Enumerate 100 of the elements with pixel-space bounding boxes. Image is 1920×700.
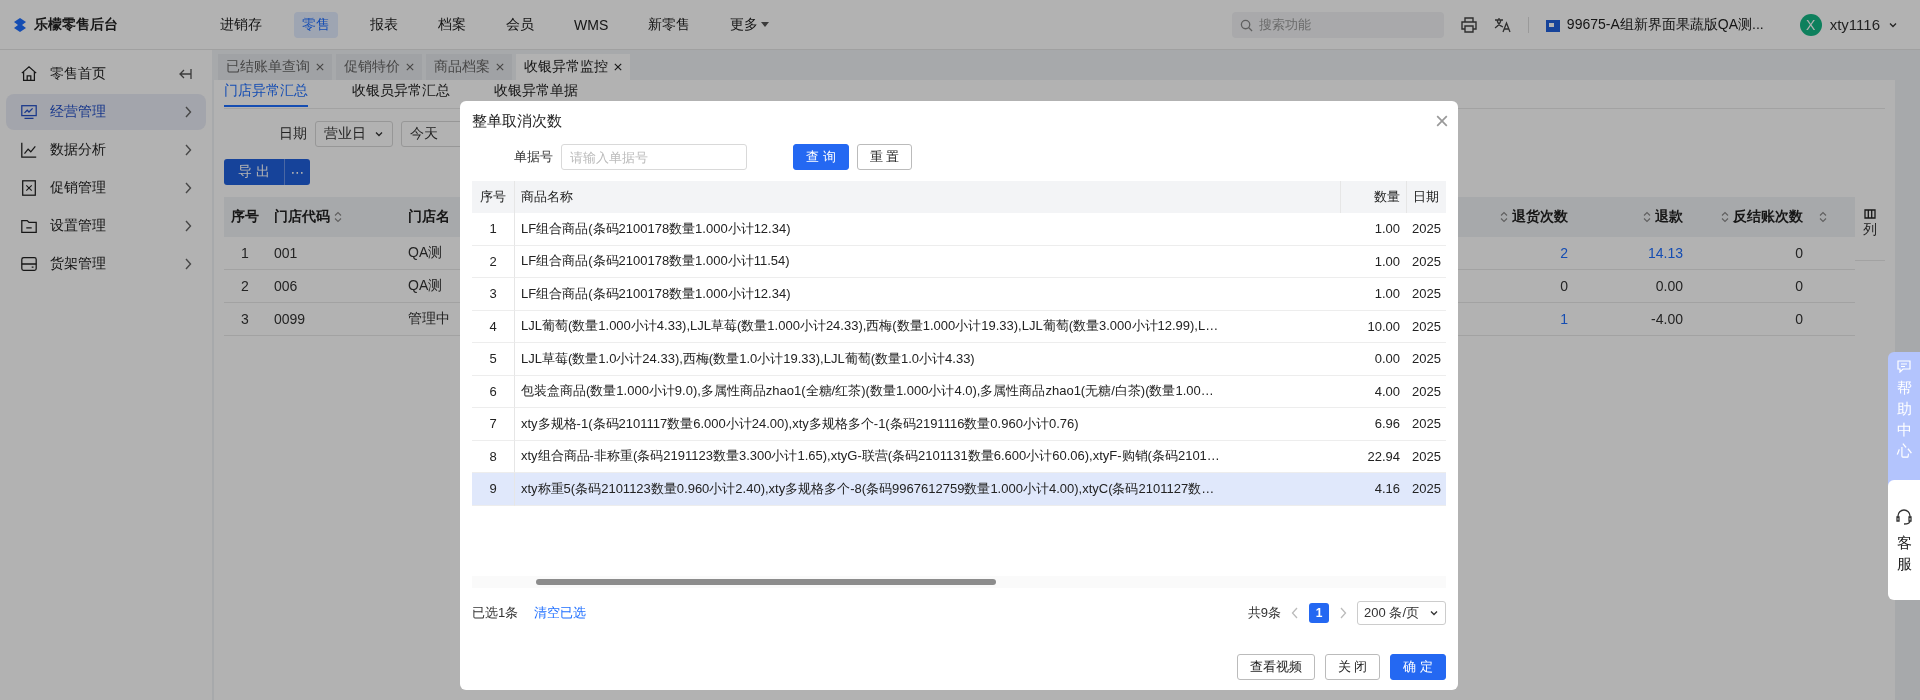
column-header: 退款 [1576, 197, 1691, 237]
sidebar-item[interactable]: 设置管理 [6, 208, 206, 244]
table-cell: -4.00 [1576, 303, 1691, 336]
table-cell: xty称重5(条码2101123数量0.960小计2.40),xty多规格多个-8(条码9967612759数量1.000小计4.00),xtyC(条码2101127数… [514, 473, 1340, 506]
app-name: 乐檬零售后台 [34, 15, 118, 34]
chevron-down-icon [1429, 608, 1439, 618]
close-icon[interactable] [406, 63, 414, 71]
nav-item[interactable]: WMS [566, 11, 617, 38]
sidebar-item[interactable]: 货架管理 [6, 246, 206, 282]
chevron-right-icon[interactable] [1339, 607, 1348, 619]
table-cell: 9 [472, 473, 514, 506]
sort-icon[interactable] [1643, 211, 1651, 223]
table-cell: LF组合商品(条码2100178数量1.000小计12.34) [514, 213, 1340, 246]
page-size-select[interactable]: 200 条/页 [1357, 601, 1446, 625]
columns-icon [1864, 209, 1876, 219]
page-button[interactable]: 1 [1309, 603, 1330, 623]
query-button[interactable]: 查 询 [793, 144, 849, 170]
dialog-button[interactable]: 关 闭 [1324, 654, 1381, 680]
table-cell: 2025 [1406, 375, 1446, 408]
line-chart-icon [20, 141, 38, 159]
store-name[interactable]: 99675-A组新界面果蔬版QA测... [1566, 15, 1764, 34]
user-name[interactable]: xty1116 [1829, 16, 1880, 33]
sort-icon[interactable] [334, 211, 342, 223]
page-tab[interactable]: 商品档案 [426, 54, 512, 80]
chevron-down-icon [374, 129, 384, 139]
total-count: 共9条 [1247, 604, 1282, 622]
table-cell: 2025 [1406, 473, 1446, 506]
table-cell: 0 [1691, 237, 1811, 270]
table-cell: 10.00 [1340, 310, 1406, 343]
table-cell: 1 [472, 213, 514, 246]
close-icon[interactable] [496, 63, 504, 71]
column-header: 门店名 [400, 197, 460, 237]
table-cell: 0099 [266, 303, 400, 336]
table-cell: 包装盒商品(数量1.000小计9.0),多属性商品zhao1(全糖/红茶)(数量1.000小计4.0),多属性商品zhao1(无糖/白茶)(数量1.00… [514, 375, 1340, 408]
table-cell: 2025 [1406, 408, 1446, 441]
close-icon[interactable] [316, 63, 324, 71]
table-cell: 4 [472, 310, 514, 343]
sort-icon[interactable] [1819, 211, 1827, 223]
sidebar-item[interactable]: 促销管理 [6, 170, 206, 206]
close-icon[interactable] [614, 63, 622, 71]
column-header: 门店代码 [266, 197, 400, 237]
reset-button[interactable]: 重 置 [856, 144, 913, 170]
chevron-left-icon[interactable] [1291, 607, 1300, 619]
table-cell: 4.00 [1340, 375, 1406, 408]
translate-icon[interactable] [1493, 15, 1512, 34]
customer-service-button[interactable]: 客服 [1888, 480, 1920, 600]
nav-item[interactable]: 会员 [498, 11, 542, 38]
field-label: 单据号 [514, 148, 553, 166]
table-cell: LJL草莓(数量1.0小计24.33),西梅(数量1.0小计19.33),LJL葡萄(数量1.0小计4.33) [514, 343, 1340, 376]
sidebar-item[interactable]: 经营管理 [6, 94, 206, 130]
date-label: 日期 [279, 125, 307, 143]
table-cell: 2025 [1406, 213, 1446, 246]
chevron-right-icon [184, 220, 192, 232]
column-settings-button[interactable]: 列 [1855, 197, 1885, 261]
dialog-button[interactable]: 查看视频 [1236, 654, 1315, 680]
input-field[interactable]: 请输入单据号 [561, 144, 747, 170]
sidebar-item[interactable]: 零售首页 [6, 56, 206, 92]
table-cell: 3 [224, 303, 266, 336]
chevron-right-icon [184, 106, 192, 118]
nav-item[interactable]: 进销存 [212, 11, 270, 38]
search-field[interactable]: 搜索功能 [1231, 11, 1444, 38]
monitor-chart-icon [20, 103, 38, 121]
table-cell: 2 [472, 245, 514, 278]
date-type-select[interactable]: 营业日 [315, 121, 393, 147]
clear-selection-link[interactable]: 清空已选 [534, 604, 587, 622]
nav-item[interactable]: 新零售 [640, 11, 699, 38]
printer-icon[interactable] [1459, 15, 1478, 34]
scrollbar[interactable] [472, 576, 1446, 588]
page-tab[interactable]: 收银异常监控 [516, 54, 630, 80]
drawer-icon [20, 255, 38, 273]
table-cell: 0.00 [1340, 343, 1406, 376]
nav-item[interactable]: 更多 [722, 11, 778, 38]
chat-icon [1897, 360, 1911, 373]
table-cell: 0.00 [1576, 270, 1691, 303]
page-tab[interactable]: 促销特价 [336, 54, 422, 80]
collapse-icon[interactable] [178, 68, 192, 80]
table-cell: 1.00 [1340, 213, 1406, 246]
page-tab[interactable]: 已结账单查询 [218, 54, 332, 80]
table-cell[interactable]: 14.13 [1576, 237, 1691, 270]
table-cell: 1.00 [1340, 278, 1406, 311]
export-button[interactable]: 导 出 [224, 159, 284, 185]
sidebar-item[interactable]: 数据分析 [6, 132, 206, 168]
more-button[interactable]: ⋯ [283, 159, 310, 185]
sub-tab[interactable]: 门店异常汇总 [224, 80, 308, 107]
column-header: 数量 [1340, 181, 1406, 213]
sort-icon[interactable] [1721, 211, 1729, 223]
table-cell: 001 [266, 237, 400, 270]
nav-item[interactable]: 档案 [430, 11, 474, 38]
sort-icon[interactable] [1500, 211, 1508, 223]
folder-icon [20, 217, 38, 235]
table-cell: LF组合商品(条码2100178数量1.000小计11.54) [514, 245, 1340, 278]
table-cell: LF组合商品(条码2100178数量1.000小计12.34) [514, 278, 1340, 311]
table-cell: 0 [1691, 270, 1811, 303]
table-cell: 2 [224, 270, 266, 303]
nav-item[interactable]: 报表 [362, 11, 406, 38]
table-cell: 0 [1691, 303, 1811, 336]
column-header: 商品名称 [514, 181, 1340, 213]
confirm-button[interactable]: 确 定 [1390, 654, 1446, 680]
sub-tab[interactable]: 收银员异常汇总 [352, 80, 450, 107]
house-icon [20, 65, 38, 83]
